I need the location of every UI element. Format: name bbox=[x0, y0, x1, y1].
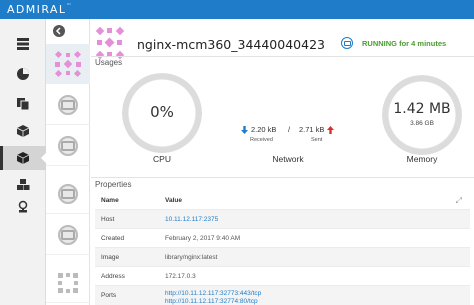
top-bar: ADMIRAL™ bbox=[0, 0, 474, 19]
property-value: library/nginx:latest bbox=[165, 254, 218, 261]
properties-heading: Properties bbox=[95, 180, 132, 189]
network-sent-value: 2.71 kB bbox=[299, 125, 325, 134]
nav-registry[interactable] bbox=[0, 195, 46, 219]
table-row: Address 172.17.0.3 bbox=[95, 267, 470, 286]
list-item[interactable] bbox=[46, 44, 90, 84]
back-button[interactable] bbox=[53, 25, 65, 37]
property-value: February 2, 2017 9:40 AM bbox=[165, 235, 241, 242]
container-icon bbox=[58, 183, 78, 204]
property-key: Ports bbox=[101, 292, 117, 299]
memory-value: 1.42 MB bbox=[393, 101, 451, 117]
nav-hosts[interactable] bbox=[0, 32, 46, 56]
divider bbox=[91, 177, 474, 178]
network-received-value: 2.20 kB bbox=[251, 125, 277, 134]
property-value: 172.17.0.3 bbox=[165, 273, 196, 280]
expand-icon[interactable]: ⤢ bbox=[456, 196, 462, 206]
container-icon bbox=[58, 224, 78, 245]
memory-total: 3.86 GB bbox=[410, 120, 434, 127]
arrow-down-icon bbox=[241, 126, 248, 134]
container-icon bbox=[58, 135, 78, 156]
copy-icon bbox=[17, 98, 30, 111]
server-stack-icon bbox=[17, 38, 29, 50]
package-icon bbox=[16, 125, 30, 137]
cube-icon bbox=[16, 152, 30, 164]
container-identicon bbox=[58, 272, 78, 293]
stamp-icon bbox=[18, 200, 28, 213]
port-link[interactable]: http://10.11.12.117:32773:443/tcp bbox=[165, 290, 261, 297]
memory-label: Memory bbox=[406, 154, 438, 164]
property-key: Image bbox=[101, 254, 120, 261]
cubes-icon bbox=[17, 179, 30, 190]
nav-templates[interactable] bbox=[0, 92, 46, 116]
container-list bbox=[46, 19, 90, 305]
pie-chart-icon bbox=[17, 68, 29, 80]
app-brand[interactable]: ADMIRAL™ bbox=[7, 3, 71, 16]
cpu-label: CPU bbox=[153, 154, 171, 164]
column-header-name: Name bbox=[101, 197, 119, 204]
network-sent-label: Sent bbox=[311, 137, 323, 143]
cpu-value: 0% bbox=[150, 103, 174, 121]
container-details: nginx-mcm360_34440040423 RUNNING for 4 m… bbox=[91, 19, 474, 305]
memory-gauge: 1.42 MB 3.86 GB bbox=[382, 75, 462, 155]
table-row: Host 10.11.12.117:2375 bbox=[95, 210, 470, 229]
property-key: Address bbox=[101, 273, 125, 280]
network-label: Network bbox=[272, 154, 304, 164]
link-icon[interactable] bbox=[341, 37, 353, 49]
list-item[interactable] bbox=[46, 263, 90, 303]
column-header-value: Value bbox=[165, 197, 182, 204]
network-separator: / bbox=[288, 125, 291, 134]
property-key: Created bbox=[101, 235, 125, 242]
property-key: Host bbox=[101, 216, 115, 223]
table-row: Ports http://10.11.12.117:32773:443/tcp … bbox=[95, 286, 470, 305]
properties-header-row: Name Value ⤢ bbox=[95, 191, 470, 210]
network-received-label: Received bbox=[250, 137, 273, 143]
nav-applications[interactable] bbox=[0, 119, 46, 143]
usages-heading: Usages bbox=[95, 58, 123, 67]
port-link[interactable]: http://10.11.12.117:32774:80/tcp bbox=[165, 298, 258, 305]
container-icon bbox=[58, 94, 78, 115]
list-item[interactable] bbox=[46, 126, 90, 166]
table-row: Image library/nginx:latest bbox=[95, 248, 470, 267]
container-name: nginx-mcm360_34440040423 bbox=[137, 37, 325, 52]
arrow-up-icon bbox=[327, 126, 334, 134]
list-item[interactable] bbox=[46, 174, 90, 214]
table-row: Created February 2, 2017 9:40 AM bbox=[95, 229, 470, 248]
nav-networks[interactable] bbox=[0, 173, 46, 197]
cpu-gauge: 0% bbox=[122, 73, 202, 153]
list-item[interactable] bbox=[46, 85, 90, 125]
host-link[interactable]: 10.11.12.117:2375 bbox=[165, 216, 218, 223]
nav-dashboard[interactable] bbox=[0, 62, 46, 86]
nav-containers[interactable] bbox=[0, 146, 47, 170]
list-item[interactable] bbox=[46, 215, 90, 255]
divider bbox=[91, 56, 474, 57]
chevron-left-icon bbox=[55, 27, 61, 35]
container-identicon bbox=[54, 50, 82, 77]
left-nav bbox=[0, 19, 47, 305]
status-badge: RUNNING for 4 minutes bbox=[362, 39, 447, 48]
